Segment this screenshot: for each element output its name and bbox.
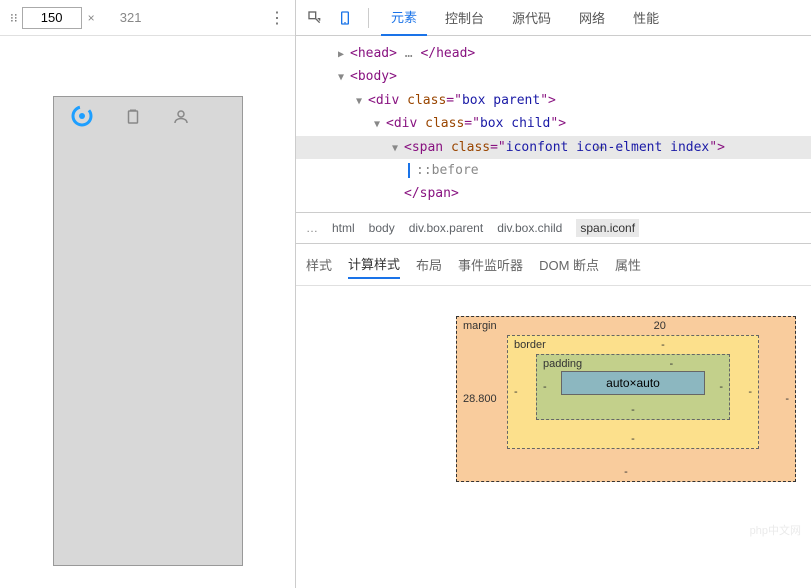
width-input[interactable] (22, 7, 82, 29)
box-model: margin 20 - 28.800 - border - - - - padd… (296, 286, 811, 482)
box-model-margin[interactable]: margin 20 - 28.800 - border - - - - padd… (456, 316, 796, 482)
crumb-div-child[interactable]: div.box.child (497, 221, 562, 235)
tree-span-close[interactable]: </span> (296, 182, 811, 205)
breadcrumb: … html body div.box.parent div.box.child… (296, 212, 811, 244)
breadcrumb-dots[interactable]: … (306, 221, 318, 235)
margin-right-val: - (785, 393, 789, 405)
person-icon[interactable] (172, 108, 190, 131)
tree-span-selected[interactable]: ⋯ ▼<span class="iconfont icon-elment ind… (296, 136, 811, 159)
preview-area (0, 36, 295, 588)
phone-frame (53, 96, 243, 566)
clipboard-icon[interactable] (124, 108, 142, 131)
dropdown-icon[interactable]: ⁝⁝ (10, 11, 18, 25)
stab-layout[interactable]: 布局 (416, 251, 442, 278)
stab-computed[interactable]: 计算样式 (348, 250, 400, 279)
stab-listeners[interactable]: 事件监听器 (458, 251, 523, 278)
stab-dom-bp[interactable]: DOM 断点 (539, 251, 599, 278)
devtools-tabs: 元素 控制台 源代码 网络 性能 (296, 0, 811, 36)
border-left-val: - (514, 386, 518, 398)
crumb-span[interactable]: span.iconf (576, 219, 639, 237)
tab-network[interactable]: 网络 (569, 0, 615, 35)
elements-tree[interactable]: ▶<head> … </head> ▼<body> ▼<div class="b… (296, 36, 811, 212)
dimension-separator: × (88, 11, 95, 25)
device-toggle-icon[interactable] (334, 7, 356, 29)
tree-before[interactable]: ::before (296, 159, 811, 182)
box-model-border[interactable]: border - - - - padding - - - - auto×auto (507, 335, 759, 449)
tab-divider (368, 8, 369, 28)
tab-sources[interactable]: 源代码 (502, 0, 561, 35)
stab-props[interactable]: 属性 (615, 251, 641, 278)
crumb-div-parent[interactable]: div.box.parent (409, 221, 484, 235)
box-model-padding[interactable]: padding - - - - auto×auto (536, 354, 730, 420)
phone-header (54, 97, 242, 141)
height-input[interactable] (101, 7, 161, 29)
tab-performance[interactable]: 性能 (623, 0, 669, 35)
selected-dots-icon: ⋯ (596, 136, 604, 161)
padding-left-val: - (543, 381, 547, 393)
app-logo-icon (70, 104, 94, 134)
devtools-panel: 元素 控制台 源代码 网络 性能 ▶<head> … </head> ▼<bod… (296, 0, 811, 588)
tab-elements[interactable]: 元素 (381, 0, 427, 36)
tree-div-parent[interactable]: ▼<div class="box parent"> (296, 89, 811, 112)
padding-right-val: - (719, 381, 723, 393)
padding-bottom-val: - (631, 404, 635, 416)
tab-console[interactable]: 控制台 (435, 0, 494, 35)
margin-top-val: 20 (654, 320, 666, 332)
crumb-html[interactable]: html (332, 221, 355, 235)
margin-bottom-val: - (624, 466, 628, 478)
mobile-preview-panel: ⁝⁝ × ⋮ (0, 0, 296, 588)
border-top-val: - (661, 339, 665, 351)
styles-tabs: 样式 计算样式 布局 事件监听器 DOM 断点 属性 (296, 244, 811, 286)
margin-left-val: 28.800 (463, 393, 497, 405)
tree-div-child[interactable]: ▼<div class="box child"> (296, 112, 811, 135)
more-options-icon[interactable]: ⋮ (269, 8, 285, 28)
box-model-content[interactable]: auto×auto (561, 371, 705, 395)
border-bottom-val: - (631, 433, 635, 445)
border-label: border (514, 339, 546, 351)
dimension-toolbar: ⁝⁝ × ⋮ (0, 0, 295, 36)
tree-head[interactable]: ▶<head> … </head> (296, 42, 811, 65)
crumb-body[interactable]: body (369, 221, 395, 235)
margin-label: margin (463, 320, 497, 332)
padding-label: padding (543, 358, 582, 370)
inspect-icon[interactable] (304, 7, 326, 29)
stab-styles[interactable]: 样式 (306, 251, 332, 278)
watermark: php中文网 (750, 522, 801, 538)
padding-top-val: - (670, 358, 674, 370)
tree-body[interactable]: ▼<body> (296, 65, 811, 88)
border-right-val: - (748, 386, 752, 398)
